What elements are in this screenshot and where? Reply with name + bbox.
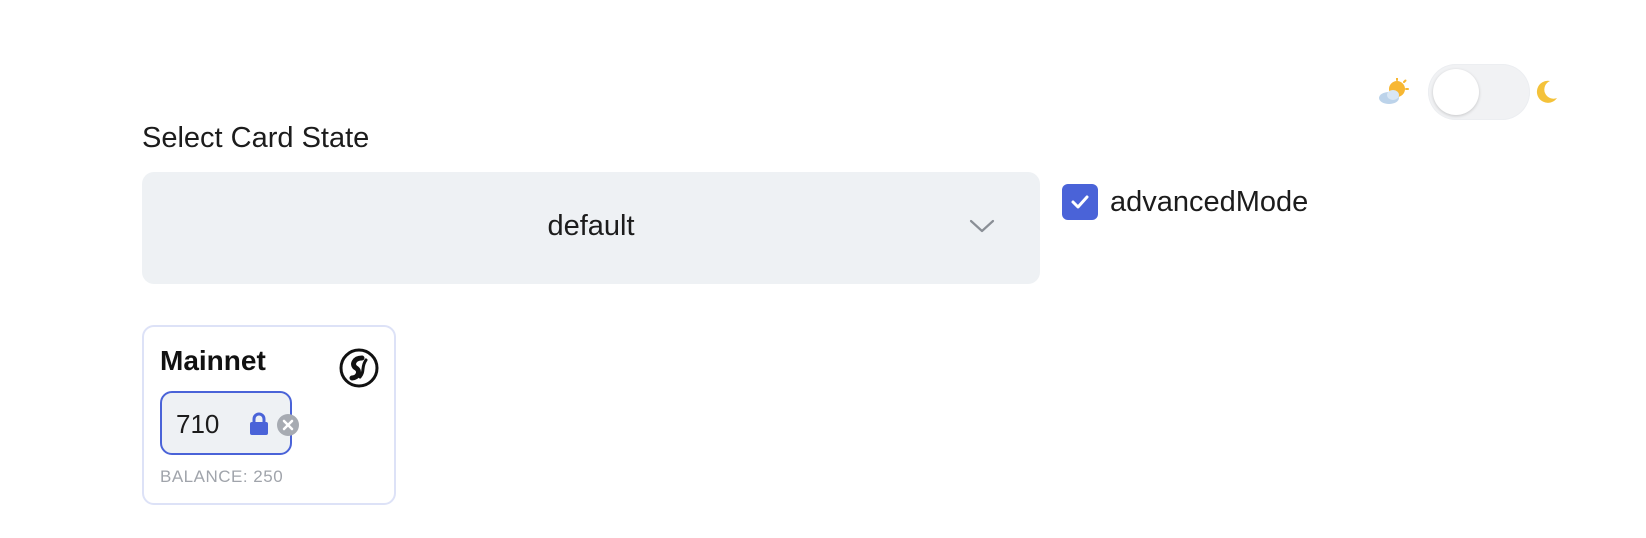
- card-title: Mainnet: [160, 345, 266, 376]
- theme-switch[interactable]: [1428, 64, 1530, 120]
- card-state-select[interactable]: default: [142, 172, 1040, 284]
- amount-value[interactable]: 710: [176, 409, 219, 440]
- clear-icon[interactable]: [276, 413, 300, 437]
- select-value: default: [547, 210, 635, 242]
- network-card: Mainnet 710 BALANCE: 250: [142, 325, 396, 505]
- amount-input[interactable]: 710: [160, 391, 299, 455]
- sun-cloud-icon: [1379, 78, 1409, 104]
- advanced-mode-checkbox[interactable]: [1062, 184, 1098, 220]
- network-logo-icon: [339, 348, 379, 388]
- advanced-mode-label: advancedMode: [1110, 185, 1309, 218]
- advanced-mode-option[interactable]: advancedMode: [1062, 184, 1308, 220]
- page: Select Card State default advancedMode M…: [0, 0, 1646, 538]
- check-icon: [1071, 195, 1089, 209]
- select-label: Select Card State: [142, 122, 370, 154]
- balance-label: BALANCE: 250: [160, 467, 284, 486]
- moon-icon: [1536, 80, 1557, 103]
- lock-icon[interactable]: [248, 411, 270, 437]
- switch-knob[interactable]: [1433, 69, 1479, 115]
- chevron-down-icon: [969, 219, 995, 233]
